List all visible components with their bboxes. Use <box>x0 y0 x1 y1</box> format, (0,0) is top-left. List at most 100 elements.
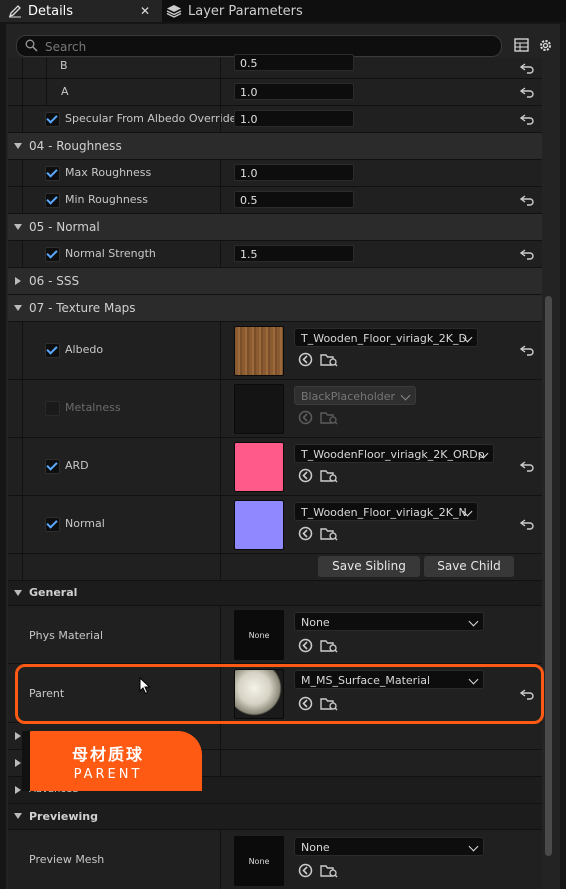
ard-asset-dropdown[interactable]: T_WoodenFloor_viriagk_2K_ORDp <box>294 444 494 463</box>
use-selected-icon[interactable] <box>298 468 313 483</box>
chevron-down-icon <box>14 813 22 819</box>
asset-name: T_Wooden_Floor_viriagk_2K_N <box>301 506 467 519</box>
chevron-down-icon <box>14 305 22 311</box>
specular-checkbox[interactable] <box>45 112 60 127</box>
chevron-down-icon <box>14 224 22 230</box>
tab-bar: Details ✕ Layer Parameters <box>0 0 566 22</box>
category-general[interactable]: General <box>8 581 542 606</box>
asset-name: None <box>301 616 330 629</box>
reset-arrow-icon[interactable] <box>520 62 534 74</box>
normal-strength-checkbox[interactable] <box>45 247 60 262</box>
metalness-asset-dropdown[interactable]: BlackPlaceholder <box>294 386 416 405</box>
value-field[interactable]: 1.0 <box>234 110 354 127</box>
section-title: 05 - Normal <box>29 220 100 234</box>
browse-folder-icon[interactable] <box>320 352 338 367</box>
param-row-specular: Specular From Albedo Override 1.0 <box>8 106 542 133</box>
asset-name: BlackPlaceholder <box>301 390 396 403</box>
param-label: Max Roughness <box>65 166 152 179</box>
save-child-button[interactable]: Save Child <box>424 556 514 577</box>
save-sibling-button[interactable]: Save Sibling <box>318 556 420 577</box>
use-selected-icon[interactable] <box>298 410 313 425</box>
normal-map-checkbox[interactable] <box>45 517 60 532</box>
chevron-right-icon <box>15 759 21 767</box>
value-field[interactable]: 1.0 <box>234 164 354 181</box>
param-row-min-roughness: Min Roughness 0.5 <box>8 187 542 214</box>
texture-row-normal: Normal T_Wooden_Floor_viriagk_2K_N <box>8 496 542 554</box>
asset-name: T_WoodenFloor_viriagk_2K_ORDp <box>301 448 485 461</box>
caption-edge <box>22 731 30 791</box>
browse-folder-icon[interactable] <box>320 468 338 483</box>
value-field[interactable]: 1.5 <box>234 245 354 262</box>
min-roughness-checkbox[interactable] <box>45 193 60 208</box>
param-label: Specular From Albedo Override <box>65 112 237 125</box>
asset-name: T_Wooden_Floor_viriagk_2K_D <box>301 332 467 345</box>
layers-icon <box>166 5 182 18</box>
browse-folder-icon[interactable] <box>320 863 338 878</box>
tab-details[interactable]: Details ✕ <box>0 0 162 22</box>
section-title: 04 - Roughness <box>29 139 122 153</box>
category-previewing[interactable]: Previewing <box>8 804 542 830</box>
albedo-thumbnail[interactable] <box>234 326 284 376</box>
value-field[interactable]: 1.0 <box>234 83 354 100</box>
ard-checkbox[interactable] <box>45 459 60 474</box>
metalness-thumbnail[interactable] <box>234 384 284 434</box>
section-sss[interactable]: 06 - SSS <box>8 268 542 295</box>
max-roughness-checkbox[interactable] <box>45 166 60 181</box>
metalness-checkbox[interactable] <box>45 401 60 416</box>
chevron-down-icon <box>14 590 22 596</box>
texture-row-albedo: Albedo T_Wooden_Floor_viriagk_2K_D <box>8 322 542 380</box>
chevron-right-icon <box>15 786 21 794</box>
category-title: Previewing <box>29 810 98 823</box>
param-row-b: B 0.5 <box>8 54 542 79</box>
browse-folder-icon[interactable] <box>320 526 338 541</box>
chevron-down-icon <box>400 390 411 401</box>
reset-arrow-icon[interactable] <box>520 518 534 530</box>
albedo-checkbox[interactable] <box>45 343 60 358</box>
section-title: 07 - Texture Maps <box>29 301 136 315</box>
use-selected-icon[interactable] <box>298 863 313 878</box>
param-row-normal-strength: Normal Strength 1.5 <box>8 241 542 268</box>
param-row-a: A 1.0 <box>8 79 542 106</box>
reset-arrow-icon[interactable] <box>520 460 534 472</box>
phys-material-dropdown[interactable]: None <box>294 612 484 631</box>
pencil-icon <box>8 5 21 18</box>
value-field[interactable]: 0.5 <box>234 54 354 71</box>
gear-icon[interactable] <box>538 38 553 53</box>
reset-arrow-icon[interactable] <box>520 194 534 206</box>
tab-layer-parameters[interactable]: Layer Parameters <box>166 0 303 22</box>
param-label: Min Roughness <box>65 193 149 206</box>
section-normal[interactable]: 05 - Normal <box>8 214 542 241</box>
table-view-icon[interactable] <box>514 38 529 52</box>
section-texture-maps[interactable]: 07 - Texture Maps <box>8 295 542 322</box>
caption-english: PARENT <box>73 767 143 782</box>
param-label: A <box>61 85 69 98</box>
use-selected-icon[interactable] <box>298 352 313 367</box>
use-selected-icon[interactable] <box>298 526 313 541</box>
param-label: Normal <box>65 517 105 530</box>
param-label: Preview Mesh <box>29 853 105 866</box>
normal-asset-dropdown[interactable]: T_Wooden_Floor_viriagk_2K_N <box>294 502 478 521</box>
reset-arrow-icon[interactable] <box>520 86 534 98</box>
phys-material-thumbnail[interactable]: None <box>234 610 284 660</box>
param-label: ARD <box>65 459 89 472</box>
preview-mesh-dropdown[interactable]: None <box>294 837 484 856</box>
browse-folder-icon[interactable] <box>320 410 338 425</box>
preview-mesh-thumbnail[interactable]: None <box>234 836 284 886</box>
close-icon[interactable]: ✕ <box>140 4 150 18</box>
browse-folder-icon[interactable] <box>320 638 338 653</box>
reset-arrow-icon[interactable] <box>520 248 534 260</box>
annotation-caption: 母材质球 PARENT <box>22 731 202 791</box>
reset-arrow-icon[interactable] <box>520 113 534 125</box>
normal-thumbnail[interactable] <box>234 500 284 550</box>
section-roughness[interactable]: 04 - Roughness <box>8 133 542 160</box>
ard-thumbnail[interactable] <box>234 442 284 492</box>
vertical-scrollbar[interactable] <box>545 296 552 856</box>
tab-layer-parameters-label: Layer Parameters <box>188 3 303 19</box>
parent-highlight-box <box>15 664 544 724</box>
albedo-asset-dropdown[interactable]: T_Wooden_Floor_viriagk_2K_D <box>294 328 478 347</box>
reset-arrow-icon[interactable] <box>520 344 534 356</box>
param-label: Albedo <box>65 343 104 356</box>
use-selected-icon[interactable] <box>298 638 313 653</box>
caption-chinese: 母材质球 <box>71 745 144 764</box>
value-field[interactable]: 0.5 <box>234 191 354 208</box>
